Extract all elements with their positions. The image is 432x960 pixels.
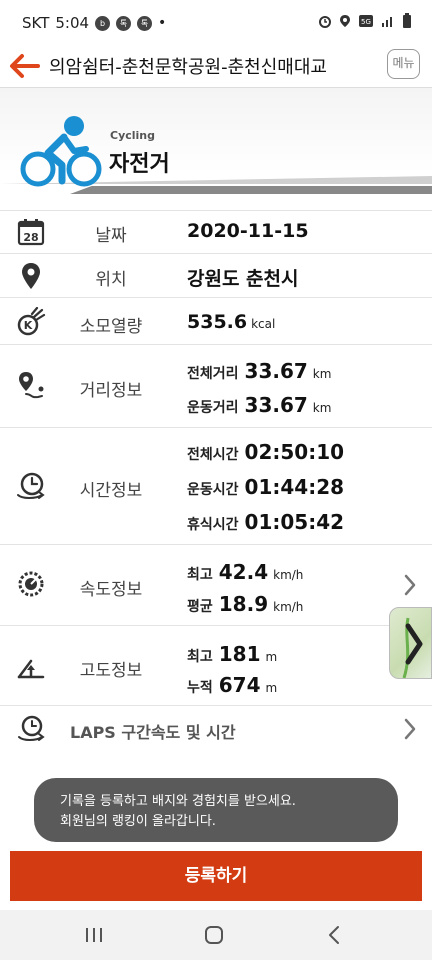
register-button[interactable]: 등록하기 [10, 851, 422, 901]
exercise-distance-value: 33.67 [244, 393, 308, 417]
chat-notification-icon: 톡 [116, 15, 132, 31]
cumulative-altitude-value: 674 [218, 673, 261, 697]
rest-time-value: 01:05:42 [244, 510, 345, 534]
calories-value: 535.6 [187, 311, 248, 333]
svg-text:5G: 5G [361, 18, 371, 26]
flame-k-icon: K [17, 307, 46, 336]
calories-label: 소모열량 [79, 317, 143, 337]
cumulative-altitude-unit: m [265, 681, 278, 695]
toast-message: 기록을 등록하고 배지와 경험치를 받으세요. 회원님의 랭킹이 올라갑니다. [34, 778, 398, 842]
clock-icon [17, 472, 45, 499]
speed-label: 속도정보 [79, 580, 143, 600]
home-icon[interactable] [203, 924, 225, 946]
clock-time: 5:04 [55, 14, 90, 32]
svg-text:K: K [24, 319, 33, 332]
calories-row: K 소모열량 535.6 kcal [0, 297, 432, 344]
laps-clock-icon [18, 715, 45, 741]
toast-line-2: 회원님의 랭킹이 올라갑니다. [60, 814, 216, 829]
alarm-icon [319, 16, 331, 28]
signal-icon [382, 17, 392, 27]
cumulative-altitude-line: 누적 674 m [187, 673, 277, 697]
calories-value-line: 535.6 kcal [187, 311, 275, 333]
calendar-icon: 28 [17, 219, 45, 246]
total-time-line: 전체시간 02:50:10 [187, 440, 344, 464]
distance-row: 거리정보 전체거리 33.67 km 운동거리 33.67 km [0, 344, 432, 427]
exercise-distance-label: 운동거리 [187, 400, 239, 416]
chevron-right-icon[interactable] [402, 717, 418, 741]
carrier-label: SKT [22, 14, 50, 32]
rest-time-line: 휴식시간 01:05:42 [187, 510, 344, 534]
altitude-icon [17, 659, 45, 679]
system-nav-bar [0, 910, 432, 960]
location-pin-icon [22, 263, 40, 289]
max-speed-label: 최고 [187, 567, 213, 583]
total-distance-value: 33.67 [244, 359, 308, 383]
total-distance-unit: km [312, 367, 332, 381]
exercise-time-line: 운동시간 01:44:28 [187, 475, 344, 499]
altitude-row: 고도정보 최고 181 m 누적 674 m [0, 625, 432, 705]
cumulative-altitude-label: 누적 [187, 680, 213, 696]
exercise-time-label: 운동시간 [187, 482, 239, 498]
calories-unit: kcal [251, 317, 276, 331]
location-value: 강원도 춘천시 [187, 268, 299, 290]
exercise-distance-unit: km [312, 401, 332, 415]
date-label: 날짜 [95, 226, 127, 246]
status-bar: SKT 5:04 b 톡 톡 • 5G [0, 0, 432, 46]
avg-speed-line: 평균 18.9 km/h [187, 592, 303, 616]
rest-time-label: 휴식시간 [187, 517, 239, 533]
laps-row[interactable]: LAPS 구간속도 및 시간 [0, 705, 432, 751]
distance-label: 거리정보 [79, 381, 143, 401]
time-row: 시간정보 전체시간 02:50:10 운동시간 01:44:28 휴식시간 01:05… [0, 427, 432, 544]
battery-icon [403, 13, 411, 28]
activity-type-name: 자전거 [109, 152, 170, 177]
back-nav-icon[interactable] [324, 924, 346, 946]
date-value: 2020-11-15 [187, 220, 309, 242]
date-row: 28 날짜 2020-11-15 [0, 210, 432, 253]
recent-apps-icon[interactable] [83, 924, 105, 946]
max-speed-value: 42.4 [218, 560, 269, 584]
location-label: 위치 [95, 270, 127, 290]
max-speed-line: 최고 42.4 km/h [187, 560, 303, 584]
svg-text:28: 28 [23, 231, 38, 244]
network-5g-icon: 5G [359, 15, 373, 27]
map-route-icon [402, 617, 423, 678]
speed-row[interactable]: 속도정보 최고 42.4 km/h 평균 18.9 km/h [0, 544, 432, 625]
exercise-time-value: 01:44:28 [244, 475, 345, 499]
app-notification-icon: b [95, 15, 111, 31]
avg-speed-label: 평균 [187, 599, 213, 615]
app-header: 의암쉼터-춘천문학공원-춘천신매대교 메뉴 [0, 46, 432, 88]
cyclist-icon [20, 116, 102, 187]
arrow-left-icon[interactable] [8, 52, 40, 80]
total-time-value: 02:50:10 [244, 440, 345, 464]
avg-speed-value: 18.9 [218, 592, 269, 616]
total-distance-line: 전체거리 33.67 km [187, 359, 331, 383]
route-pin-icon [19, 372, 44, 399]
max-altitude-label: 최고 [187, 649, 213, 665]
location-status-icon [340, 15, 350, 27]
activity-type-sub: Cycling [110, 129, 156, 142]
exercise-distance-line: 운동거리 33.67 km [187, 393, 331, 417]
laps-label: LAPS 구간속도 및 시간 [70, 723, 236, 742]
max-altitude-value: 181 [218, 642, 261, 666]
total-distance-label: 전체거리 [187, 366, 239, 382]
toast-line-1: 기록을 등록하고 배지와 경험치를 받으세요. [60, 794, 296, 809]
time-label: 시간정보 [79, 481, 143, 501]
route-title: 의암쉼터-춘천문학공원-춘천신매대교 [49, 57, 327, 78]
altitude-label: 고도정보 [79, 661, 143, 681]
max-altitude-unit: m [265, 650, 278, 664]
location-row: 위치 강원도 춘천시 [0, 253, 432, 297]
chevron-right-icon[interactable] [402, 573, 418, 597]
speedometer-icon [18, 571, 44, 597]
max-speed-unit: km/h [273, 568, 304, 582]
max-altitude-line: 최고 181 m [187, 642, 277, 666]
menu-button[interactable]: 메뉴 [387, 49, 420, 79]
chat2-notification-icon: 톡 [137, 15, 153, 31]
total-time-label: 전체시간 [187, 447, 239, 463]
more-notifications-icon: • [158, 15, 167, 31]
banner-stripe-dark [70, 186, 432, 194]
avg-speed-unit: km/h [273, 600, 304, 614]
map-thumbnail[interactable] [389, 607, 432, 679]
